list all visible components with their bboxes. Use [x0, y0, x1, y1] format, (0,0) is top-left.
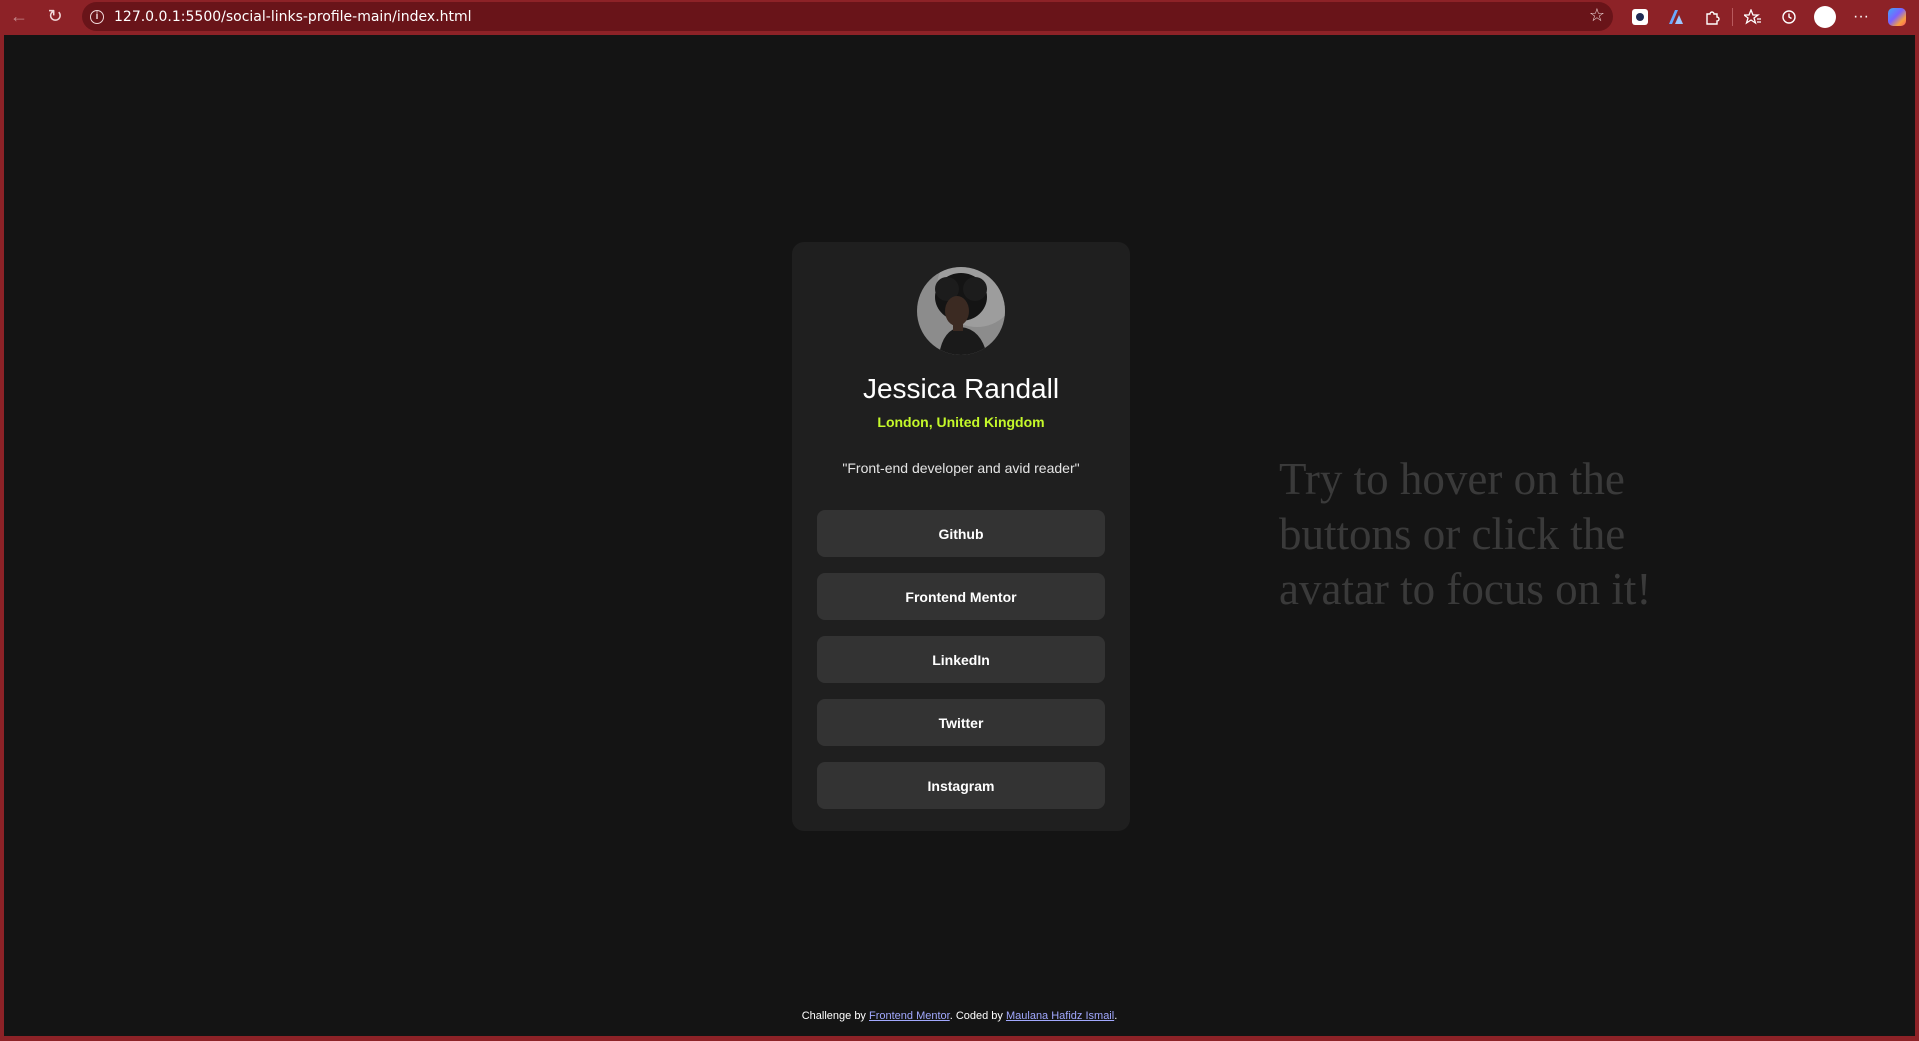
profile-card: Jessica Randall London, United Kingdom "… [792, 242, 1130, 831]
twitter-button[interactable]: Twitter [817, 699, 1105, 746]
more-icon[interactable]: ··· [1843, 0, 1879, 33]
github-button[interactable]: Github [817, 510, 1105, 557]
info-icon[interactable]: i [90, 9, 104, 24]
avatar-image [917, 267, 1005, 355]
star-icon[interactable]: ☆ [1589, 5, 1605, 26]
toolbar-separator [1732, 7, 1733, 26]
profile-location: London, United Kingdom [877, 414, 1045, 430]
url-text[interactable]: 127.0.0.1:5500/social-links-profile-main… [114, 9, 472, 25]
frontend-mentor-link[interactable]: Frontend Mentor [869, 1010, 950, 1022]
page-viewport: Jessica Randall London, United Kingdom "… [4, 35, 1915, 1036]
extension-shield-icon[interactable] [1622, 0, 1658, 33]
extension-a-icon[interactable] [1658, 0, 1694, 33]
favorites-icon[interactable] [1735, 0, 1771, 33]
hover-hint-text: Try to hover on the buttons or click the… [1279, 454, 1652, 614]
instagram-button[interactable]: Instagram [817, 762, 1105, 809]
profile-bio: "Front-end developer and avid reader" [842, 460, 1080, 476]
attribution: Challenge by Frontend Mentor. Coded by M… [4, 1010, 1915, 1022]
copilot-icon[interactable] [1879, 0, 1915, 33]
social-links: Github Frontend Mentor LinkedIn Twitter … [817, 510, 1105, 825]
toolbar-icons: ··· [1622, 0, 1915, 33]
profile-icon[interactable] [1807, 0, 1843, 33]
attribution-suffix: . [1114, 1010, 1118, 1022]
history-icon[interactable] [1771, 0, 1807, 33]
linkedin-button[interactable]: LinkedIn [817, 636, 1105, 683]
attribution-middle: . Coded by [949, 1010, 1006, 1022]
puzzle-icon[interactable] [1694, 0, 1730, 33]
reload-icon[interactable]: ↻ [42, 4, 68, 30]
address-bar[interactable]: i 127.0.0.1:5500/social-links-profile-ma… [82, 2, 1613, 31]
author-link[interactable]: Maulana Hafidz Ismail [1006, 1010, 1114, 1022]
profile-name: Jessica Randall [862, 373, 1060, 404]
browser-toolbar: ← ↻ i 127.0.0.1:5500/social-links-profil… [0, 0, 1919, 33]
back-arrow-icon[interactable]: ← [6, 4, 32, 30]
avatar[interactable] [917, 267, 1005, 355]
attribution-prefix: Challenge by [801, 1010, 869, 1022]
frontend-mentor-button[interactable]: Frontend Mentor [817, 573, 1105, 620]
